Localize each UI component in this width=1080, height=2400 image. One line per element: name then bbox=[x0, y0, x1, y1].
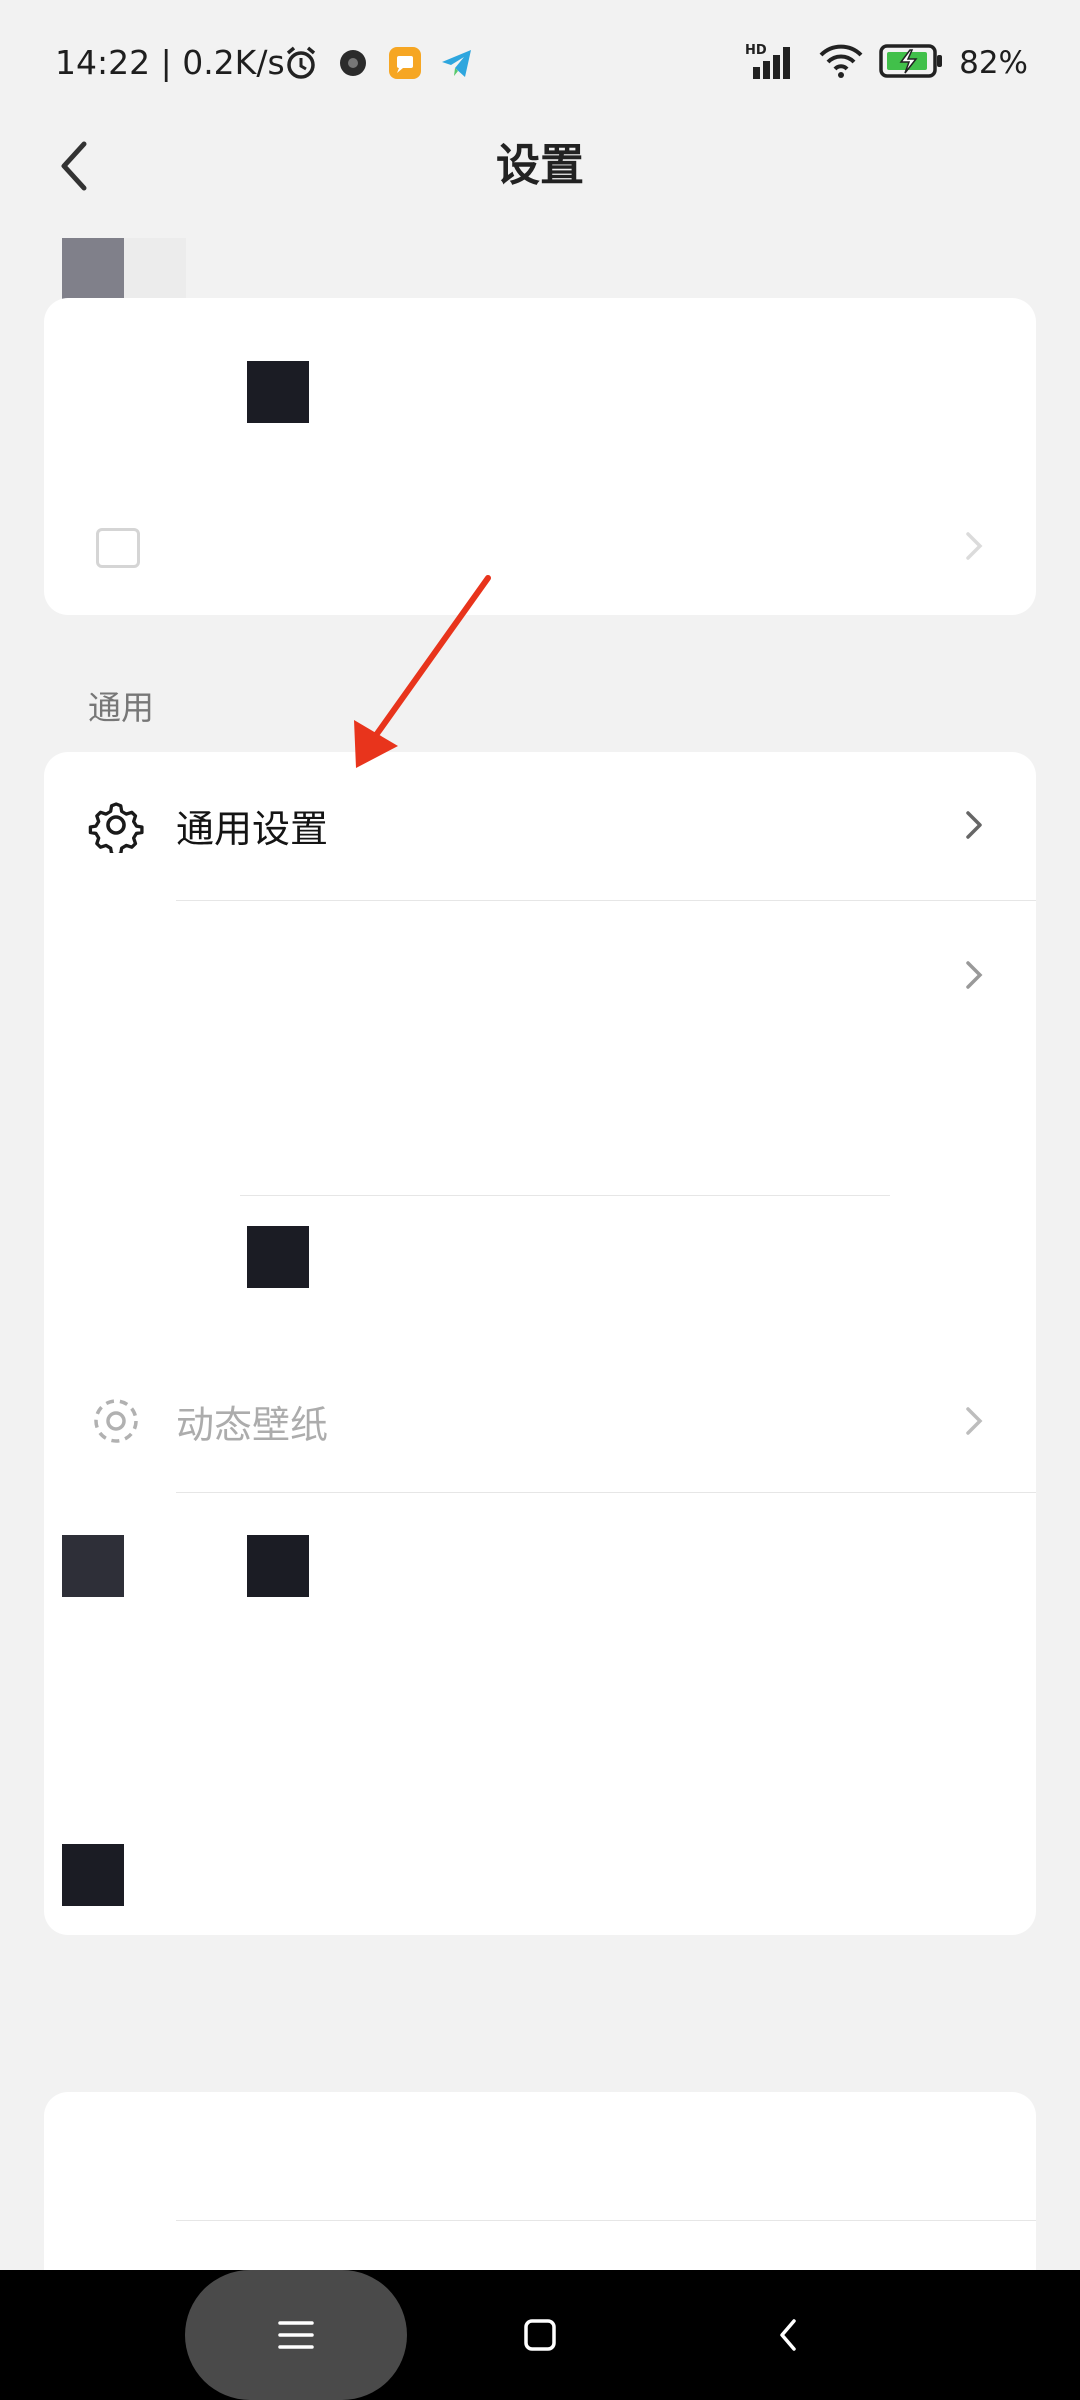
redacted-block bbox=[124, 238, 186, 300]
annotation-arrow bbox=[354, 575, 491, 768]
divider bbox=[176, 900, 1036, 901]
divider bbox=[176, 2220, 1036, 2221]
status-time-speed: 14:22 | 0.2K/s bbox=[55, 43, 285, 82]
alarm-icon bbox=[282, 44, 320, 82]
divider bbox=[176, 1492, 1036, 1493]
back-chevron-icon bbox=[780, 2319, 796, 2351]
page-title: 设置 bbox=[496, 140, 584, 191]
general-settings-label: 通用设置 bbox=[176, 806, 329, 851]
redacted-block bbox=[247, 361, 309, 423]
telegram-icon bbox=[438, 44, 476, 82]
settings-row[interactable] bbox=[44, 902, 1036, 1048]
wifi-icon bbox=[817, 41, 865, 85]
status-system-icons: HD 82% bbox=[743, 40, 1028, 86]
divider bbox=[240, 1195, 890, 1196]
signal-icon: HD bbox=[743, 41, 803, 85]
message-app-icon bbox=[386, 44, 424, 82]
status-notification-icons bbox=[282, 40, 476, 86]
nav-back-button[interactable] bbox=[748, 2295, 828, 2375]
redacted-block bbox=[62, 238, 124, 300]
faded-item-icon bbox=[96, 528, 140, 568]
account-card[interactable] bbox=[44, 298, 1036, 615]
row-icon bbox=[86, 945, 146, 1005]
general-settings-row[interactable]: 通用设置 bbox=[44, 752, 1036, 898]
live-wallpaper-icon bbox=[86, 1391, 146, 1451]
section-label-general: 通用 bbox=[88, 688, 154, 727]
home-square-icon bbox=[524, 2319, 556, 2351]
battery-charging-icon bbox=[879, 43, 945, 83]
chevron-right-icon bbox=[954, 805, 994, 845]
network-label: HD bbox=[745, 43, 767, 58]
chevron-right-icon bbox=[962, 528, 986, 568]
battery-percent: 82% bbox=[959, 45, 1028, 81]
chevron-right-icon bbox=[954, 955, 994, 995]
chevron-right-icon bbox=[954, 1401, 994, 1441]
gear-icon bbox=[86, 795, 146, 855]
recent-apps-button[interactable] bbox=[185, 2270, 407, 2400]
menu-icon bbox=[278, 2321, 314, 2349]
bottom-card bbox=[44, 2092, 1036, 2270]
camera-app-icon bbox=[334, 44, 372, 82]
redacted-block bbox=[62, 1535, 124, 1597]
redacted-block bbox=[247, 1226, 309, 1288]
redacted-block bbox=[62, 1844, 124, 1906]
live-wallpaper-label: 动态壁纸 bbox=[176, 1402, 329, 1447]
redacted-block bbox=[247, 1535, 309, 1597]
home-button[interactable] bbox=[500, 2295, 580, 2375]
live-wallpaper-row[interactable]: 动态壁纸 bbox=[44, 1348, 1036, 1494]
